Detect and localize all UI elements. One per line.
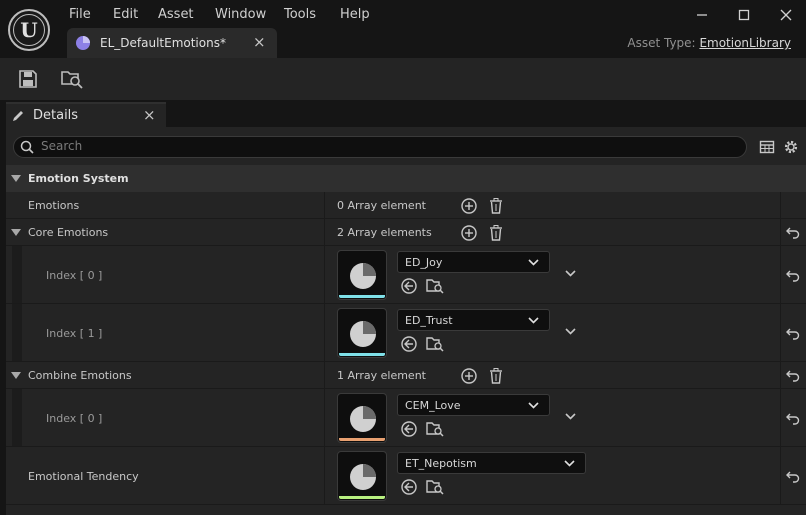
reset-icon[interactable]	[786, 411, 800, 425]
maximize-icon[interactable]	[730, 4, 758, 26]
emotions-count: 0 Array element	[337, 199, 426, 212]
add-icon[interactable]	[460, 367, 478, 385]
asset-thumbnail-icon	[350, 406, 376, 432]
menu-edit[interactable]: Edit	[113, 6, 138, 24]
search-placeholder: Search	[41, 139, 83, 153]
menu-window[interactable]: Window	[215, 6, 266, 24]
reset-icon[interactable]	[786, 268, 800, 282]
save-icon[interactable]	[18, 69, 38, 89]
toolbar	[0, 58, 806, 100]
asset-tab-icon	[76, 36, 90, 50]
core-index-0-label: Index [ 0 ]	[46, 269, 103, 282]
emotional-tendency-label: Emotional Tendency	[28, 470, 139, 483]
core-emotions-count: 2 Array elements	[337, 226, 432, 239]
combine-emotions-count: 1 Array element	[337, 369, 426, 382]
asset-thumbnail-icon	[350, 321, 376, 347]
asset-type-link[interactable]: EmotionLibrary	[699, 36, 791, 50]
search-input[interactable]: Search	[13, 136, 747, 158]
column-divider	[780, 192, 781, 505]
asset-picker-value: ED_Trust	[405, 314, 453, 327]
asset-picker[interactable]: ED_Joy	[397, 251, 550, 273]
indent-bar	[12, 389, 22, 446]
use-selected-icon[interactable]	[400, 277, 418, 295]
combine-index-0-label: Index [ 0 ]	[46, 412, 103, 425]
asset-color-bar	[339, 295, 385, 298]
category-title: Emotion System	[28, 172, 129, 185]
reset-icon[interactable]	[786, 225, 800, 239]
indent-bar	[12, 246, 22, 362]
menu-tools[interactable]: Tools	[284, 6, 316, 24]
asset-color-bar	[339, 353, 385, 356]
close-window-icon[interactable]	[772, 4, 800, 26]
asset-picker-value: CEM_Love	[405, 399, 461, 412]
reset-icon[interactable]	[786, 326, 800, 340]
reset-icon[interactable]	[786, 469, 800, 483]
asset-thumbnail-icon	[350, 464, 376, 490]
menu-help[interactable]: Help	[340, 6, 370, 24]
combine-emotions-label: Combine Emotions	[28, 369, 132, 382]
chevron-down-icon[interactable]	[565, 413, 576, 420]
asset-picker-value: ET_Nepotism	[405, 457, 477, 470]
core-emotions-label: Core Emotions	[28, 226, 109, 239]
asset-type: Asset Type: EmotionLibrary	[627, 36, 791, 50]
asset-color-bar	[339, 438, 385, 441]
collapse-arrow-icon[interactable]	[11, 372, 21, 380]
gear-icon[interactable]	[782, 138, 800, 156]
asset-thumbnail[interactable]	[337, 393, 387, 443]
trash-icon[interactable]	[487, 367, 505, 385]
pencil-icon	[13, 111, 23, 121]
asset-thumbnail[interactable]	[337, 451, 387, 501]
close-details-icon[interactable]: ×	[143, 106, 156, 124]
menu-asset[interactable]: Asset	[158, 6, 194, 24]
collapse-arrow-icon[interactable]	[11, 229, 21, 237]
asset-picker[interactable]: CEM_Love	[397, 394, 550, 416]
use-selected-icon[interactable]	[400, 478, 418, 496]
column-divider	[324, 192, 325, 505]
chevron-down-icon[interactable]	[565, 328, 576, 335]
close-tab-icon[interactable]: ×	[253, 33, 266, 51]
asset-thumbnail-icon	[350, 263, 376, 289]
browse-asset-icon[interactable]	[426, 277, 444, 295]
collapse-arrow-icon[interactable]	[11, 175, 21, 183]
asset-picker[interactable]: ED_Trust	[397, 309, 550, 331]
asset-picker-value: ED_Joy	[405, 256, 443, 269]
trash-icon[interactable]	[487, 197, 505, 215]
chevron-down-icon	[528, 317, 539, 324]
menu-file[interactable]: File	[69, 6, 91, 24]
details-title: Details	[33, 108, 79, 123]
chevron-down-icon[interactable]	[565, 270, 576, 277]
chevron-down-icon	[528, 402, 539, 409]
browse-icon[interactable]	[60, 68, 84, 90]
unreal-logo-icon[interactable]: U	[8, 9, 50, 51]
chevron-down-icon	[564, 460, 575, 467]
table-icon[interactable]	[759, 139, 775, 155]
browse-asset-icon[interactable]	[426, 335, 444, 353]
asset-color-bar	[339, 496, 385, 499]
minimize-icon[interactable]	[688, 4, 716, 26]
add-icon[interactable]	[460, 197, 478, 215]
reset-icon[interactable]	[786, 368, 800, 382]
browse-asset-icon[interactable]	[426, 420, 444, 438]
asset-type-label: Asset Type:	[627, 36, 696, 50]
asset-picker[interactable]: ET_Nepotism	[397, 452, 586, 474]
use-selected-icon[interactable]	[400, 420, 418, 438]
search-icon	[20, 140, 34, 154]
details-tab[interactable]: Details ×	[6, 102, 166, 128]
core-index-1-label: Index [ 1 ]	[46, 327, 103, 340]
trash-icon[interactable]	[487, 224, 505, 242]
asset-thumbnail[interactable]	[337, 308, 387, 358]
chevron-down-icon	[528, 259, 539, 266]
add-icon[interactable]	[460, 224, 478, 242]
browse-asset-icon[interactable]	[426, 478, 444, 496]
asset-tab-title: EL_DefaultEmotions*	[100, 36, 226, 50]
asset-tab[interactable]: EL_DefaultEmotions* ×	[67, 28, 277, 58]
asset-thumbnail[interactable]	[337, 250, 387, 300]
emotions-label: Emotions	[28, 199, 80, 212]
use-selected-icon[interactable]	[400, 335, 418, 353]
